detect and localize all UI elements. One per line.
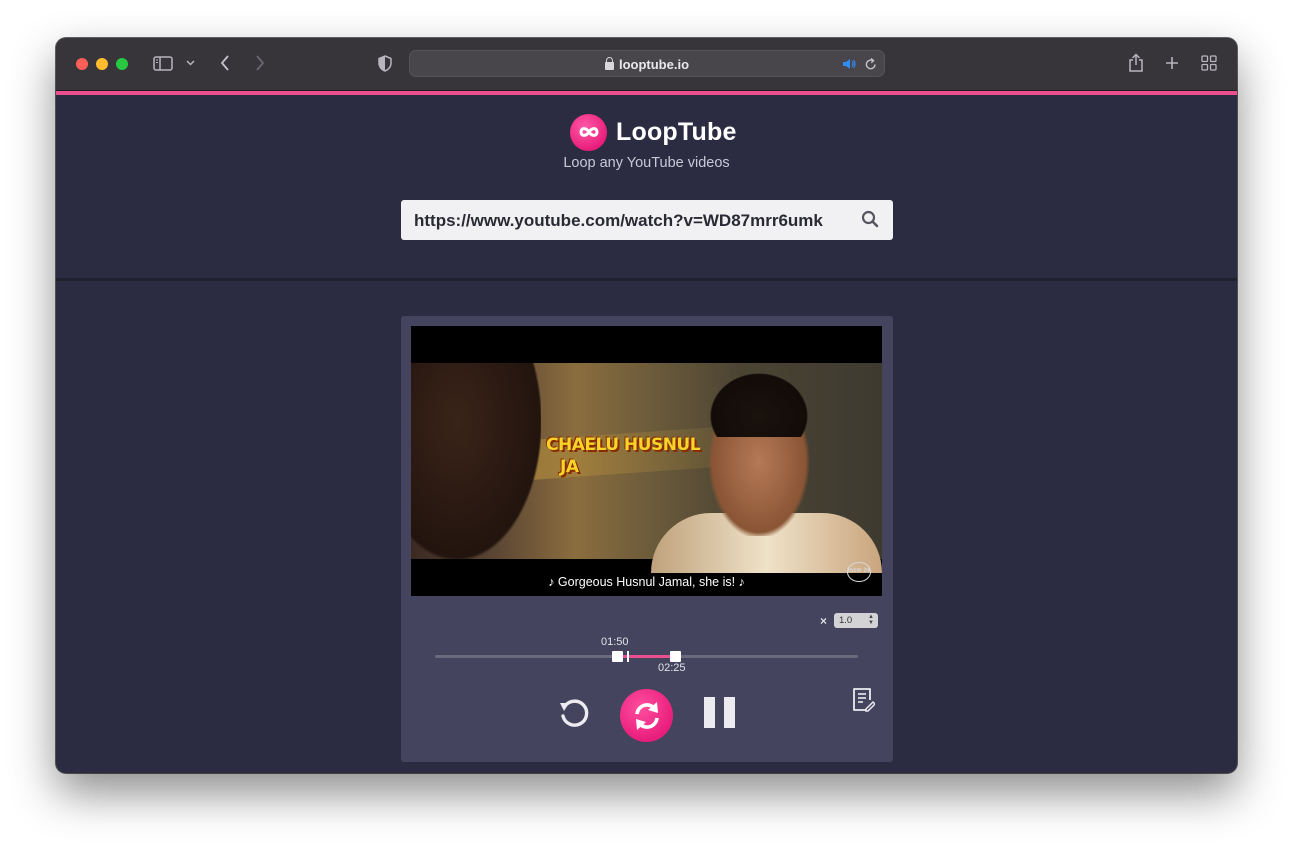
tab-overview-icon[interactable]: [1200, 54, 1218, 72]
loop-toggle-button[interactable]: [620, 689, 673, 742]
sidebar-icon[interactable]: [153, 55, 173, 71]
zoom-window-button[interactable]: [116, 58, 128, 70]
search-icon[interactable]: [861, 210, 879, 233]
logo[interactable]: LoopTube: [570, 113, 737, 151]
video-subtitle: ♪ Gorgeous Husnul Jamal, she is! ♪: [548, 575, 745, 589]
infinity-icon: [570, 113, 607, 151]
pause-icon: [704, 697, 715, 728]
pause-button[interactable]: [701, 694, 741, 732]
loop-end-handle[interactable]: [669, 651, 681, 662]
loop-start-time: 01:50: [601, 636, 629, 648]
forward-icon[interactable]: [252, 54, 268, 72]
loop-end-time: 02:25: [658, 662, 686, 674]
video-title-overlay: CHAELU HUSNUL JA: [546, 435, 701, 477]
notes-edit-icon[interactable]: [850, 686, 876, 714]
reload-icon[interactable]: [864, 57, 878, 71]
tagline: Loop any YouTube videos: [563, 155, 730, 171]
minimize-window-button[interactable]: [96, 58, 108, 70]
lock-icon: [604, 57, 614, 70]
speaker-icon[interactable]: [842, 57, 856, 71]
playhead[interactable]: [627, 651, 630, 662]
app-header: LoopTube Loop any YouTube videos https:/…: [56, 95, 1237, 280]
url-text: looptube.io: [618, 57, 690, 72]
loop-range-fill: [616, 655, 675, 658]
loop-start-handle[interactable]: [611, 651, 623, 662]
player-card: CHAELU HUSNUL JA ♪ Gorgeous Husnul Jamal…: [401, 316, 893, 762]
channel-watermark: mzm 24: [847, 562, 871, 582]
privacy-shield-icon[interactable]: [377, 54, 393, 72]
video-url-value: https://www.youtube.com/watch?v=WD87mrr6…: [414, 211, 823, 230]
brand-name: LoopTube: [616, 117, 737, 146]
back-icon[interactable]: [217, 54, 233, 72]
address-bar[interactable]: looptube.io: [409, 50, 885, 77]
chevron-down-icon[interactable]: [184, 58, 196, 68]
header-divider: [56, 278, 1237, 281]
speed-select[interactable]: 1.0 ▲ ▼: [834, 613, 878, 628]
browser-toolbar: looptube.io: [56, 38, 1237, 91]
speed-prefix: ×: [820, 614, 828, 628]
browser-window: looptube.io LoopTube Loop any YouTube vi…: [56, 38, 1237, 773]
select-arrows-icon: ▲ ▼: [868, 614, 874, 626]
close-window-button[interactable]: [76, 58, 88, 70]
loop-icon: [634, 701, 659, 730]
video-url-input[interactable]: https://www.youtube.com/watch?v=WD87mrr6…: [401, 200, 893, 240]
video-frame[interactable]: CHAELU HUSNUL JA ♪ Gorgeous Husnul Jamal…: [411, 326, 882, 596]
share-icon[interactable]: [1127, 52, 1145, 74]
replay-icon[interactable]: [556, 695, 592, 731]
new-tab-icon[interactable]: [1164, 54, 1180, 72]
